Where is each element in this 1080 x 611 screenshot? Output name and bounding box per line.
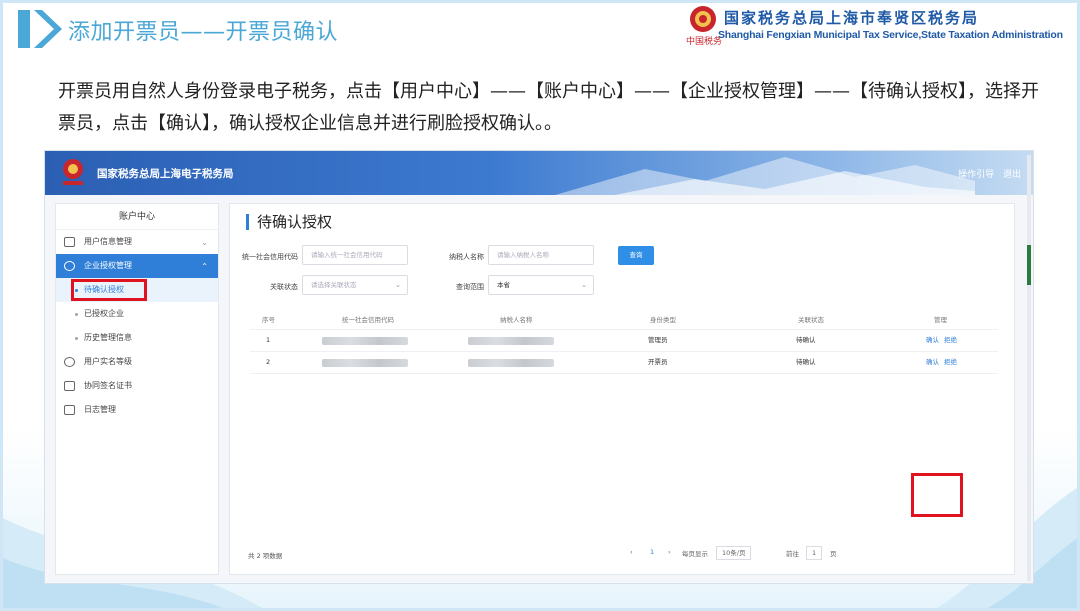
pending-auth-panel: 待确认授权 统一社会信用代码 请输入统一社会信用代码 纳税人名称 请输入纳税人名… bbox=[229, 203, 1015, 575]
query-range-select[interactable]: 本省 ⌄ bbox=[488, 275, 594, 295]
guide-link[interactable]: 操作引导 bbox=[958, 170, 994, 180]
goto-page-input[interactable]: 1 bbox=[806, 546, 823, 560]
reject-link[interactable]: 拒绝 bbox=[944, 336, 957, 344]
goto-label: 前往 bbox=[786, 550, 799, 558]
chevron-up-icon: ⌃ bbox=[201, 262, 208, 271]
total-count: 共 2 项数据 bbox=[248, 552, 283, 560]
redacted-credit-code bbox=[322, 359, 408, 367]
redacted-taxpayer-name bbox=[468, 337, 554, 345]
instruction-text: 开票员用自然人身份登录电子税务，点击【用户中心】——【账户中心】——【企业授权管… bbox=[58, 81, 1039, 134]
header-mountain-decoration bbox=[555, 157, 975, 195]
col-taxpayer-name: 纳税人名称 bbox=[500, 316, 533, 324]
org-name-cn: 国家税务总局上海市奉贤区税务局 bbox=[724, 9, 980, 27]
sidebar-subitem-authorized[interactable]: 已授权企业 bbox=[56, 302, 218, 326]
highlight-pending-menu bbox=[71, 279, 147, 301]
relation-status-label: 关联状态 bbox=[270, 283, 298, 291]
app-title: 国家税务总局上海电子税务局 bbox=[97, 168, 234, 180]
panel-title: 待确认授权 bbox=[246, 214, 332, 230]
scrollbar-thumb[interactable] bbox=[1027, 245, 1031, 285]
table-header: 序号 统一社会信用代码 纳税人名称 身份类型 关联状态 管理 bbox=[250, 310, 998, 330]
per-page-label: 每页显示 bbox=[682, 550, 708, 558]
sidebar-item-certificate[interactable]: 协同签名证书 bbox=[56, 374, 218, 398]
confirm-link[interactable]: 确认 bbox=[926, 358, 939, 366]
app-emblem-icon bbox=[63, 159, 83, 185]
title-arrow-icon bbox=[18, 10, 62, 48]
row-identity-type: 开票员 bbox=[648, 358, 668, 366]
col-index: 序号 bbox=[262, 316, 275, 324]
sidebar-item-real-name[interactable]: 用户实名等级 bbox=[56, 350, 218, 374]
per-page-select[interactable]: 10条/页 bbox=[716, 546, 752, 560]
row-index: 1 bbox=[266, 336, 271, 344]
user-icon bbox=[64, 357, 75, 367]
sidebar-item-enterprise-auth[interactable]: 企业授权管理 ⌃ bbox=[56, 254, 218, 278]
row-status: 待确认 bbox=[796, 358, 816, 366]
row-identity-type: 管理员 bbox=[648, 336, 668, 344]
app-header: 国家税务总局上海电子税务局 操作引导 退出 bbox=[45, 151, 1033, 195]
next-page-button[interactable]: › bbox=[668, 548, 671, 556]
header-links: 操作引导 退出 bbox=[952, 167, 1021, 180]
etax-screenshot: 国家税务总局上海电子税务局 操作引导 退出 账户中心 用户信息管理 ⌄ 企业授权… bbox=[44, 150, 1034, 584]
sidebar-subitem-history[interactable]: 历史管理信息 bbox=[56, 326, 218, 350]
sidebar-item-user-info[interactable]: 用户信息管理 ⌄ bbox=[56, 230, 218, 254]
sidebar-item-log[interactable]: 日志管理 bbox=[56, 398, 218, 422]
certificate-icon bbox=[64, 381, 75, 391]
query-range-label: 查询范围 bbox=[456, 283, 484, 291]
org-sub-emblem: 中国税务 bbox=[686, 37, 723, 47]
table-row: 2 开票员 待确认 确认 拒绝 bbox=[250, 352, 998, 374]
account-sidebar: 账户中心 用户信息管理 ⌄ 企业授权管理 ⌃ 待确认授权 已授权企业 历史管理信… bbox=[55, 203, 219, 575]
page-unit: 页 bbox=[830, 550, 837, 558]
tax-emblem-icon bbox=[690, 6, 716, 32]
prev-page-button[interactable]: ‹ bbox=[630, 548, 633, 556]
chevron-down-icon: ⌄ bbox=[201, 238, 208, 247]
credit-code-input[interactable]: 请输入统一社会信用代码 bbox=[302, 245, 408, 265]
id-card-icon bbox=[64, 237, 75, 247]
sidebar-heading: 账户中心 bbox=[56, 204, 218, 230]
col-identity-type: 身份类型 bbox=[650, 316, 676, 324]
redacted-credit-code bbox=[322, 337, 408, 345]
row-index: 2 bbox=[266, 358, 271, 366]
redacted-taxpayer-name bbox=[468, 359, 554, 367]
taxpayer-name-input[interactable]: 请输入纳税人名称 bbox=[488, 245, 594, 265]
page-number[interactable]: 1 bbox=[650, 548, 654, 556]
chevron-down-icon: ⌄ bbox=[395, 281, 401, 289]
row-actions: 确认 拒绝 bbox=[926, 352, 962, 372]
shield-icon bbox=[64, 261, 75, 271]
confirm-link[interactable]: 确认 bbox=[926, 336, 939, 344]
credit-code-label: 统一社会信用代码 bbox=[242, 253, 298, 261]
row-actions: 确认 拒绝 bbox=[926, 330, 962, 350]
page-scrollbar[interactable] bbox=[1027, 155, 1031, 581]
relation-status-select[interactable]: 请选择关联状态 ⌄ bbox=[302, 275, 408, 295]
query-button[interactable]: 查询 bbox=[618, 246, 654, 265]
col-status: 关联状态 bbox=[798, 316, 824, 324]
row-status: 待确认 bbox=[796, 336, 816, 344]
chevron-down-icon: ⌄ bbox=[581, 281, 587, 289]
logout-link[interactable]: 退出 bbox=[1003, 170, 1021, 180]
org-name-en: Shanghai Fengxian Municipal Tax Service,… bbox=[718, 29, 1063, 41]
taxpayer-name-label: 纳税人名称 bbox=[449, 253, 484, 261]
col-credit-code: 统一社会信用代码 bbox=[342, 316, 394, 324]
reject-link[interactable]: 拒绝 bbox=[944, 358, 957, 366]
highlight-confirm-actions bbox=[911, 473, 963, 517]
col-actions: 管理 bbox=[934, 316, 947, 324]
table-row: 1 管理员 待确认 确认 拒绝 bbox=[250, 330, 998, 352]
slide-title: 添加开票员——开票员确认 bbox=[68, 20, 339, 45]
log-icon bbox=[64, 405, 75, 415]
pending-auth-table: 序号 统一社会信用代码 纳税人名称 身份类型 关联状态 管理 1 管理员 待确认… bbox=[250, 310, 998, 374]
